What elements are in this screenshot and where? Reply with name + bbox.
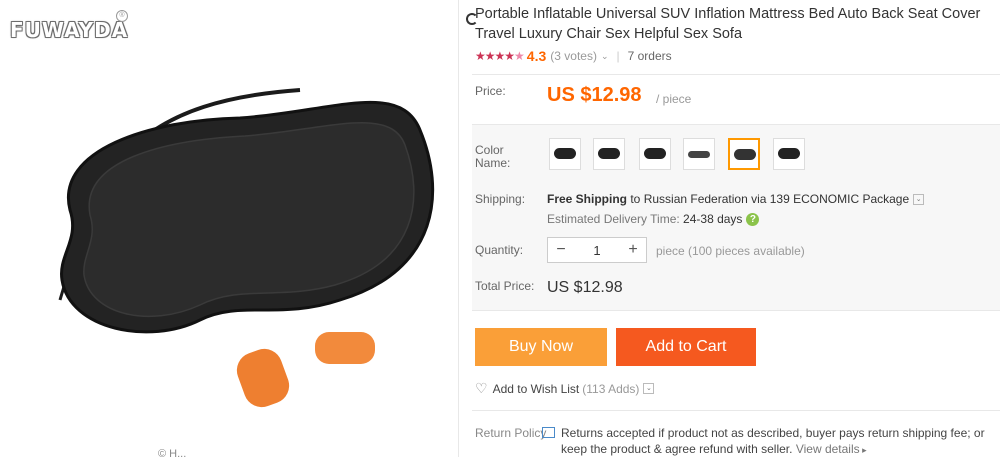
rating-value: 4.3: [526, 48, 547, 64]
return-policy-text: Returns accepted if product not as descr…: [542, 425, 1000, 458]
increment-button[interactable]: +: [620, 241, 646, 259]
product-image-panel: FUWAYDA ® © H...: [0, 0, 458, 457]
mask-thumbnail-icon: [598, 148, 620, 159]
product-title: Portable Inflatable Universal SUV Inflat…: [466, 4, 1000, 44]
star-rating-icon: ★★★★★: [475, 49, 525, 63]
product-info: Portable Inflatable Universal SUV Inflat…: [460, 0, 1000, 457]
product-title-text: Portable Inflatable Universal SUV Inflat…: [475, 6, 981, 42]
votes-link[interactable]: (3 votes): [550, 49, 597, 63]
add-to-cart-button[interactable]: Add to Cart: [616, 328, 756, 366]
color-swatch-5-selected[interactable]: [728, 138, 760, 170]
return-policy-label: Return Policy: [475, 426, 547, 440]
image-caption: © H...: [158, 448, 187, 457]
decrement-button[interactable]: −: [548, 241, 574, 259]
shipping-label: Shipping:: [475, 192, 526, 206]
total-price-label: Total Price:: [475, 279, 535, 293]
price-value: US $12.98: [547, 84, 642, 106]
color-label: Color Name:: [475, 143, 511, 170]
color-swatch-2[interactable]: [593, 138, 625, 170]
price-unit: / piece: [656, 92, 692, 106]
price-label: Price:: [475, 84, 506, 98]
heart-icon: ♡: [475, 380, 488, 396]
shipping-dropdown-icon[interactable]: ⌄: [913, 194, 925, 206]
delivery-days: 24-38 days: [683, 212, 743, 226]
color-swatch-6[interactable]: [773, 138, 805, 170]
return-policy-description: Returns accepted if product not as descr…: [561, 426, 985, 456]
view-details-link[interactable]: View details: [796, 442, 860, 456]
color-swatch-1[interactable]: [549, 138, 581, 170]
shipping-info: Free Shipping to Russian Federation via …: [547, 192, 925, 206]
caret-right-icon[interactable]: ▸: [860, 445, 867, 455]
divider: [472, 410, 1000, 411]
color-swatch-3[interactable]: [639, 138, 671, 170]
policy-icon: [542, 427, 555, 438]
rating-row: ★★★★★ 4.3 (3 votes) ⌄ | 7 orders: [475, 48, 672, 64]
stock-note: piece (100 pieces available): [656, 244, 805, 258]
add-to-wishlist[interactable]: ♡ Add to Wish List (113 Adds) ⌄: [475, 380, 655, 397]
column-divider: [458, 0, 459, 457]
total-price-value: US $12.98: [547, 279, 623, 296]
separator: |: [616, 49, 620, 63]
registered-mark: ®: [116, 10, 128, 22]
quantity-input[interactable]: 1: [574, 243, 620, 258]
product-photo: [58, 88, 435, 408]
delivery-label: Estimated Delivery Time:: [547, 212, 684, 226]
brand-logo: FUWAYDA: [10, 18, 129, 42]
mask-thumbnail-icon: [554, 148, 576, 159]
quantity-label: Quantity:: [475, 243, 524, 257]
mask-thumbnail-icon: [688, 151, 710, 158]
mask-thumbnail-icon: [644, 148, 666, 159]
quantity-stepper: − 1 +: [547, 237, 647, 263]
wishlist-label[interactable]: Add to Wish List: [493, 382, 580, 396]
mask-thumbnail-icon: [734, 149, 756, 160]
orders-count: 7 orders: [627, 49, 672, 63]
chevron-down-icon[interactable]: ⌄: [601, 51, 609, 62]
shipping-destination: to Russian Federation via 139 ECONOMIC P…: [627, 192, 910, 206]
help-icon[interactable]: ?: [746, 213, 760, 227]
divider: [472, 74, 1000, 75]
wishlist-dropdown-icon[interactable]: ⌄: [643, 383, 655, 394]
color-swatch-4[interactable]: [683, 138, 715, 170]
estimated-delivery: Estimated Delivery Time: 24-38 days?: [547, 212, 760, 227]
wishlist-count: (113 Adds): [582, 381, 640, 396]
loading-icon: [466, 13, 478, 25]
mask-thumbnail-icon: [778, 148, 800, 159]
divider: [472, 310, 1000, 311]
free-shipping-text: Free Shipping: [547, 192, 628, 206]
buy-now-button[interactable]: Buy Now: [475, 328, 607, 366]
